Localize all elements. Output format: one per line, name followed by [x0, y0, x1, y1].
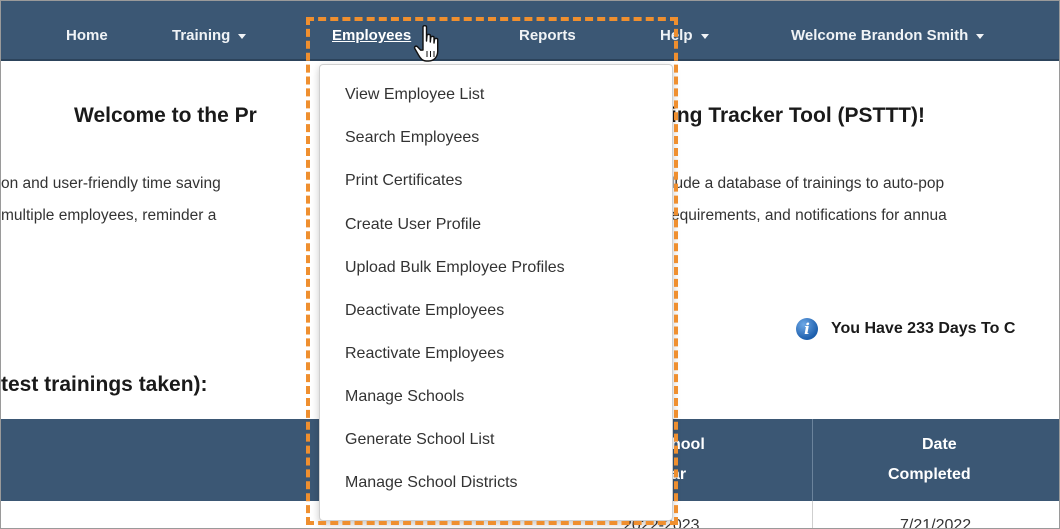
- chevron-down-icon: [238, 33, 247, 39]
- nav-home[interactable]: Home: [66, 27, 108, 44]
- info-icon: i: [796, 318, 818, 340]
- chevron-down-icon: [700, 33, 709, 39]
- cell-date-completed: 7/21/2022: [900, 517, 972, 529]
- app-window: Home Training Employees Reports Help Wel…: [0, 0, 1060, 529]
- intro-text-line2-left: multiple employees, reminder a: [1, 207, 217, 224]
- section-title: test trainings taken):: [1, 373, 208, 396]
- column-header-date-line2[interactable]: Completed: [888, 466, 971, 484]
- column-divider: [812, 501, 813, 528]
- intro-text-line1-left: on and user-friendly time saving: [1, 175, 221, 192]
- nav-training[interactable]: Training: [172, 27, 247, 44]
- column-divider: [812, 419, 813, 501]
- nav-training-label: Training: [172, 27, 231, 44]
- page-title-right: ing Tracker Tool (PSTTT)!: [671, 104, 925, 127]
- column-header-date-line1[interactable]: Date: [922, 436, 957, 454]
- nav-user-label: Welcome Brandon Smith: [791, 27, 969, 44]
- intro-text-line1-right: lude a database of trainings to auto-pop: [671, 175, 945, 192]
- chevron-down-icon: [976, 33, 985, 39]
- nav-user-menu[interactable]: Welcome Brandon Smith: [791, 27, 985, 44]
- days-remaining-notice: You Have 233 Days To C: [831, 320, 1016, 337]
- highlight-dashed-box: [306, 17, 678, 525]
- page-title-left: Welcome to the Pr: [74, 104, 257, 127]
- intro-text-line2-right: equirements, and notifications for annua: [671, 207, 947, 224]
- hand-pointer-icon: [413, 25, 439, 62]
